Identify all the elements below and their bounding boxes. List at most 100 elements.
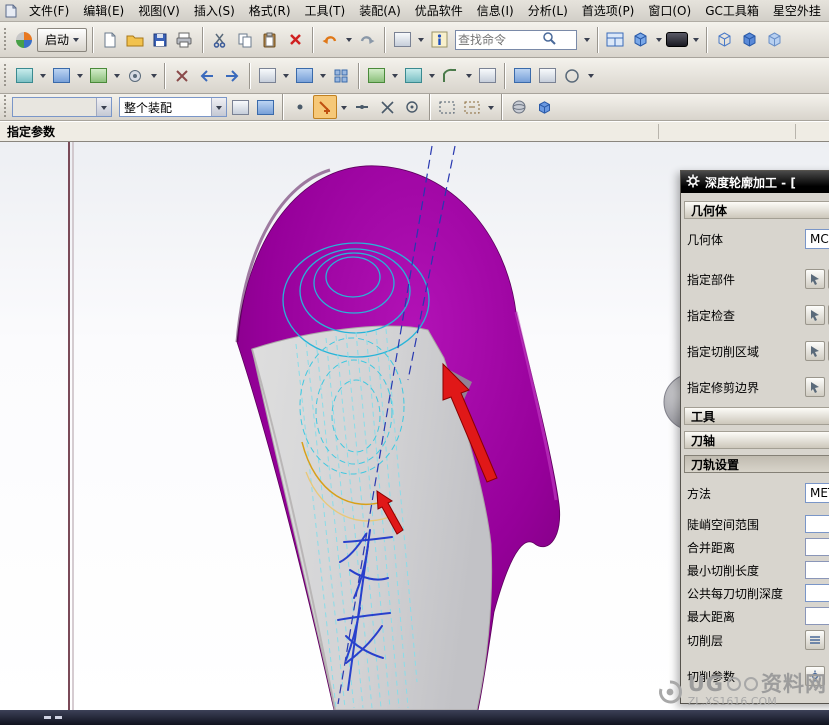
snap-caret[interactable]: [338, 95, 349, 119]
menu-starry-plugin[interactable]: 星空外挂: [766, 0, 828, 21]
menu-gc-toolbox[interactable]: GC工具箱: [698, 0, 766, 21]
rectangle-select-icon[interactable]: [435, 95, 459, 119]
select-caret[interactable]: [485, 95, 496, 119]
open-icon[interactable]: [123, 28, 147, 52]
snap-intersection-icon[interactable]: [375, 95, 399, 119]
print-icon[interactable]: [173, 28, 197, 52]
menu-edit[interactable]: 编辑(E): [76, 0, 131, 21]
select-part-button[interactable]: [805, 269, 825, 289]
interpart-link-icon[interactable]: [253, 95, 277, 119]
combo-dropdown-icon[interactable]: [96, 98, 111, 116]
solid-cube-icon[interactable]: [737, 28, 761, 52]
new-file-icon[interactable]: [98, 28, 122, 52]
merge-distance-input[interactable]: [805, 538, 829, 556]
sphere-icon[interactable]: [507, 95, 531, 119]
section-path-settings[interactable]: 刀轨设置: [684, 455, 829, 473]
menu-window[interactable]: 窗口(O): [641, 0, 698, 21]
menu-addon-software[interactable]: 优品软件: [408, 0, 470, 21]
hole-caret[interactable]: [148, 64, 159, 88]
select-check-button[interactable]: [805, 305, 825, 325]
move-object-icon[interactable]: [292, 64, 316, 88]
select-trim-boundary-button[interactable]: [805, 377, 825, 397]
edge-blend-icon[interactable]: [438, 64, 462, 88]
extrude-caret[interactable]: [111, 64, 122, 88]
background-color-icon[interactable]: [665, 28, 689, 52]
copy-icon[interactable]: [233, 28, 257, 52]
touch-mode-icon[interactable]: [390, 28, 414, 52]
menu-tools[interactable]: 工具(T): [298, 0, 353, 21]
trim-body-icon[interactable]: [401, 64, 425, 88]
back-arrow-icon[interactable]: [195, 64, 219, 88]
cut-levels-button[interactable]: [805, 630, 825, 650]
depth-per-cut-combo[interactable]: [805, 584, 829, 602]
pattern-icon[interactable]: [329, 64, 353, 88]
section-tool-axis[interactable]: 刀轴: [684, 431, 829, 449]
background-caret[interactable]: [690, 28, 701, 52]
section-tool[interactable]: 工具: [684, 407, 829, 425]
unite-icon[interactable]: [364, 64, 388, 88]
steep-combo[interactable]: [805, 515, 829, 533]
menu-format[interactable]: 格式(R): [242, 0, 298, 21]
render-style-caret[interactable]: [653, 28, 664, 52]
select-component-icon[interactable]: [228, 95, 252, 119]
toolbar-grip[interactable]: [3, 95, 8, 119]
forward-arrow-icon[interactable]: [220, 64, 244, 88]
toolbar-grip[interactable]: [3, 64, 8, 88]
search-icon[interactable]: [542, 31, 556, 48]
measure-icon[interactable]: [255, 64, 279, 88]
geometry-combo[interactable]: MCS: [805, 229, 829, 249]
wireframe-cube-icon[interactable]: [712, 28, 736, 52]
method-combo[interactable]: METH: [805, 483, 829, 503]
menu-preferences[interactable]: 首选项(P): [575, 0, 642, 21]
snap-midpoint-icon[interactable]: [350, 95, 374, 119]
undo-dropdown-caret[interactable]: [343, 28, 354, 52]
snap-endpoint-icon[interactable]: [313, 95, 337, 119]
toolbar-grip[interactable]: [3, 28, 8, 52]
undo-icon[interactable]: [318, 28, 342, 52]
menu-file[interactable]: 文件(F): [22, 0, 76, 21]
search-input[interactable]: [458, 33, 542, 47]
curve-caret[interactable]: [585, 64, 596, 88]
information-icon[interactable]: [427, 28, 451, 52]
hole-icon[interactable]: [123, 64, 147, 88]
draft-icon[interactable]: [535, 64, 559, 88]
window-layout-icon[interactable]: [603, 28, 627, 52]
unite-caret[interactable]: [389, 64, 400, 88]
select-cut-area-button[interactable]: [805, 341, 825, 361]
paste-icon[interactable]: [258, 28, 282, 52]
stop-icon[interactable]: [170, 64, 194, 88]
max-distance-input[interactable]: [805, 607, 829, 625]
selection-scope-combo[interactable]: [12, 97, 112, 117]
touch-mode-caret[interactable]: [415, 28, 426, 52]
dialog-titlebar[interactable]: 深度轮廓加工 - [: [681, 171, 829, 193]
menu-information[interactable]: 信息(I): [470, 0, 521, 21]
menu-assemblies[interactable]: 装配(A): [352, 0, 408, 21]
menu-analysis[interactable]: 分析(L): [521, 0, 575, 21]
shell-icon[interactable]: [510, 64, 534, 88]
datum-plane-icon[interactable]: [12, 64, 36, 88]
cut-icon[interactable]: [208, 28, 232, 52]
viewport[interactable]: 深度轮廓加工 - [ 几何体 几何体 MCS 指定部件 指定检查: [0, 142, 829, 710]
measure-caret[interactable]: [280, 64, 291, 88]
datum-caret[interactable]: [37, 64, 48, 88]
trim-caret[interactable]: [426, 64, 437, 88]
search-dropdown-caret[interactable]: [581, 28, 592, 52]
redo-icon[interactable]: [355, 28, 379, 52]
workpiece-cube-icon[interactable]: [532, 95, 556, 119]
snap-point-icon[interactable]: [288, 95, 312, 119]
delete-icon[interactable]: [283, 28, 307, 52]
extrude-icon[interactable]: [86, 64, 110, 88]
lasso-select-icon[interactable]: [460, 95, 484, 119]
snap-center-icon[interactable]: [400, 95, 424, 119]
circle-icon[interactable]: [560, 64, 584, 88]
move-caret[interactable]: [317, 64, 328, 88]
save-icon[interactable]: [148, 28, 172, 52]
translucent-cube-icon[interactable]: [762, 28, 786, 52]
min-cut-length-input[interactable]: [805, 561, 829, 579]
sketch-caret[interactable]: [74, 64, 85, 88]
sketch-icon[interactable]: [49, 64, 73, 88]
menu-view[interactable]: 视图(V): [131, 0, 187, 21]
combo-dropdown-icon[interactable]: [211, 98, 226, 116]
start-button[interactable]: 启动: [37, 28, 87, 52]
section-geometry[interactable]: 几何体: [684, 201, 829, 219]
